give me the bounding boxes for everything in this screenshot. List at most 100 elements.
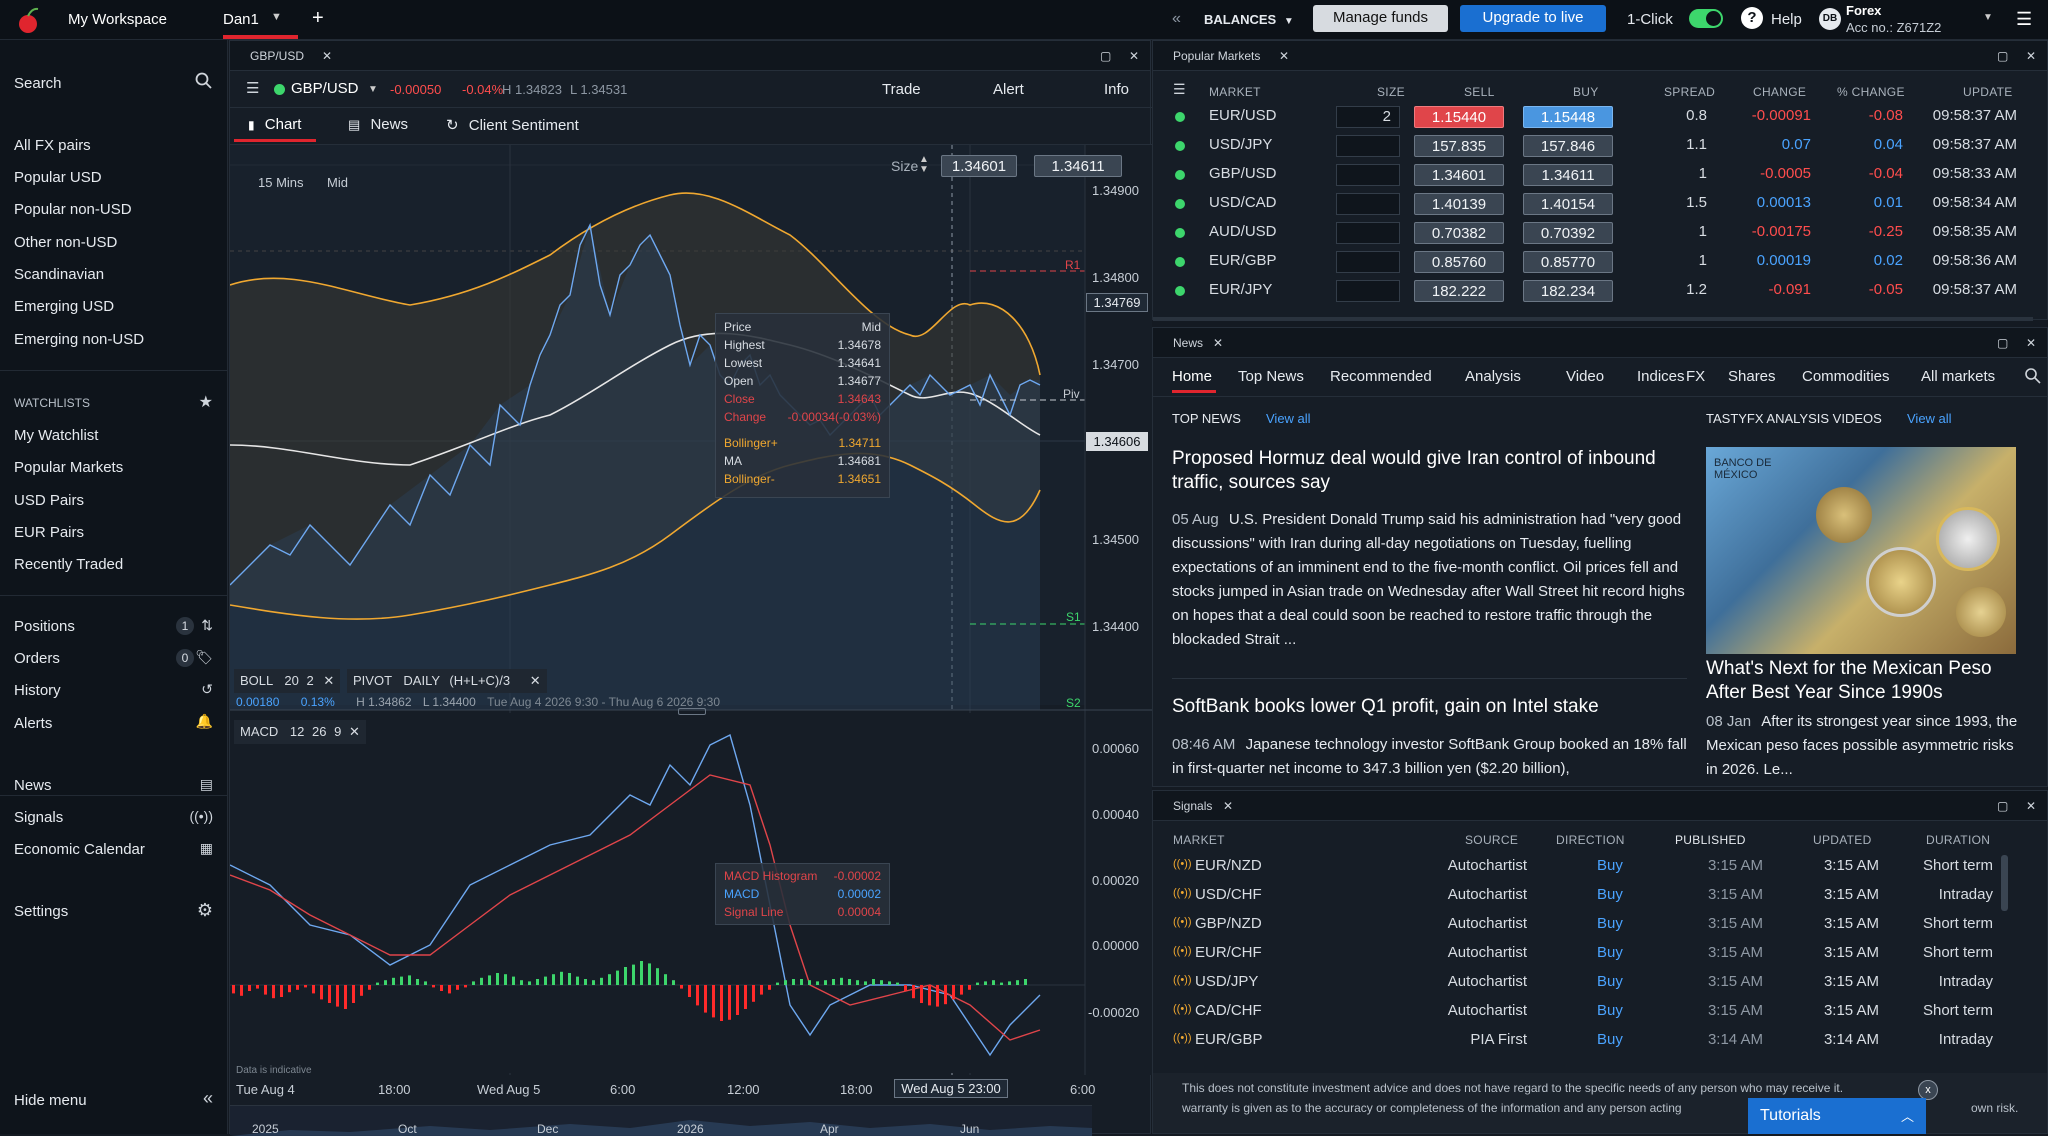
sidebar-item-eur-pairs[interactable]: EUR Pairs <box>14 524 84 541</box>
hide-menu-button[interactable]: Hide menu <box>14 1092 87 1109</box>
sell-price-button[interactable]: 182.222 <box>1414 280 1504 302</box>
market-name[interactable]: AUD/USD <box>1209 223 1277 240</box>
market-name[interactable]: EUR/GBP <box>1209 252 1277 269</box>
signal-market[interactable]: CAD/CHF <box>1195 1002 1262 1019</box>
market-name[interactable]: USD/CAD <box>1209 194 1277 211</box>
sidebar-item-popular-non-usd[interactable]: Popular non-USD <box>14 201 132 218</box>
table-row[interactable]: USD/JPY 157.835 157.846 1.1 0.07 0.04 09:58:37… <box>1153 132 2023 161</box>
search-icon[interactable] <box>2025 368 2041 389</box>
account-avatar[interactable]: DB <box>1819 8 1841 30</box>
sidebar-item-signals[interactable]: Signals <box>14 809 63 826</box>
close-icon[interactable]: ✕ <box>323 673 334 688</box>
buy-price-button[interactable]: 0.70392 <box>1523 222 1613 244</box>
close-icon[interactable]: ✕ <box>1129 49 1139 63</box>
table-row[interactable]: ((•)) GBP/NZD Autochartist Buy 3:15 AM 3:15 A… <box>1153 911 2003 940</box>
market-name[interactable]: GBP/USD <box>1209 165 1277 182</box>
star-icon[interactable]: ★ <box>199 392 213 412</box>
signal-market[interactable]: USD/JPY <box>1195 973 1258 990</box>
sidebar-item-emerging-usd[interactable]: Emerging USD <box>14 298 114 315</box>
buy-price-button[interactable]: 1.34611 <box>1523 164 1613 186</box>
close-icon[interactable]: ✕ <box>2026 799 2036 813</box>
sell-price-button[interactable]: 0.70382 <box>1414 222 1504 244</box>
news-nav-recommended[interactable]: Recommended <box>1330 368 1432 385</box>
help-icon[interactable]: ? <box>1741 7 1763 29</box>
size-stepper[interactable]: ▲ ▼ <box>919 155 931 175</box>
panel-resize-handle[interactable] <box>678 708 706 715</box>
chevron-down-icon[interactable]: ▼ <box>368 84 378 95</box>
tutorials-button[interactable]: Tutorials ︿ <box>1748 1098 1926 1134</box>
chart-panel-tab[interactable]: GBP/USD <box>250 49 304 63</box>
upgrade-to-live-button[interactable]: Upgrade to live <box>1460 5 1606 32</box>
help-label[interactable]: Help <box>1771 11 1802 28</box>
close-icon[interactable]: ✕ <box>349 724 360 739</box>
info-tab[interactable]: Info <box>1104 81 1129 98</box>
signal-market[interactable]: EUR/GBP <box>1195 1031 1263 1048</box>
manage-funds-button[interactable]: Manage funds <box>1313 5 1448 32</box>
table-row[interactable]: EUR/USD 2 1.15440 1.15448 0.8 -0.00091 -0.08 09… <box>1153 103 2023 132</box>
close-icon[interactable]: ✕ <box>2026 49 2036 63</box>
double-chevron-left-icon[interactable]: « <box>203 1088 213 1109</box>
video-thumbnail[interactable]: BANCO DE MÉXICO <box>1706 447 2016 654</box>
news-nav-indices[interactable]: Indices <box>1637 368 1685 385</box>
table-row[interactable]: GBP/USD 1.34601 1.34611 1 -0.0005 -0.04 09:58:… <box>1153 161 2023 190</box>
sell-price-button[interactable]: 1.34601 <box>941 155 1017 177</box>
signal-market[interactable]: EUR/CHF <box>1195 944 1262 961</box>
interval-selector[interactable]: 15 Mins <box>258 175 304 190</box>
app-logo-icon[interactable] <box>16 6 42 34</box>
chevron-down-icon[interactable]: ▼ <box>271 11 282 23</box>
video-title[interactable]: What's Next for the Mexican Peso After B… <box>1706 657 2021 705</box>
sidebar-item-news[interactable]: News <box>14 777 52 794</box>
buy-price-button[interactable]: 182.234 <box>1523 280 1613 302</box>
table-row[interactable]: ((•)) EUR/CHF Autochartist Buy 3:15 AM 3:15 A… <box>1153 940 2003 969</box>
sell-price-button[interactable]: 0.85760 <box>1414 251 1504 273</box>
news-nav-video[interactable]: Video <box>1566 368 1604 385</box>
news-panel-tab[interactable]: News <box>1173 336 1203 350</box>
sell-price-button[interactable]: 1.34601 <box>1414 164 1504 186</box>
news-nav-top-news[interactable]: Top News <box>1238 368 1304 385</box>
gear-icon[interactable]: ⚙ <box>197 900 213 921</box>
news-nav-commodities[interactable]: Commodities <box>1802 368 1890 385</box>
dismiss-disclaimer-button[interactable]: x <box>1918 1080 1938 1100</box>
sidebar-item-popular-usd[interactable]: Popular USD <box>14 169 102 186</box>
sidebar-item-my-watchlist[interactable]: My Watchlist <box>14 427 98 444</box>
sidebar-item-economic-calendar[interactable]: Economic Calendar <box>14 841 145 858</box>
sidebar-item-alerts[interactable]: Alerts <box>14 715 52 732</box>
subtab-client-sentiment[interactable]: ↻ Client Sentiment <box>446 116 579 134</box>
balances-dropdown[interactable]: BALANCES ▼ <box>1204 12 1294 27</box>
chart-navigator[interactable]: 2025 Oct Dec 2026 Apr Jun <box>230 1105 1092 1136</box>
sell-price-button[interactable]: 1.40139 <box>1414 193 1504 215</box>
sidebar-item-other-non-usd[interactable]: Other non-USD <box>14 234 117 251</box>
collapse-left-icon[interactable]: « <box>1172 10 1181 28</box>
horizontal-scrollbar[interactable] <box>1153 317 2033 321</box>
news-nav-analysis[interactable]: Analysis <box>1465 368 1521 385</box>
table-row[interactable]: USD/CAD 1.40139 1.40154 1.5 0.00013 0.01 09:58… <box>1153 190 2023 219</box>
market-name[interactable]: EUR/JPY <box>1209 281 1272 298</box>
maximize-icon[interactable]: ▢ <box>1100 49 1111 63</box>
sidebar-item-emerging-non-usd[interactable]: Emerging non-USD <box>14 331 144 348</box>
sell-price-button[interactable]: 157.835 <box>1414 135 1504 157</box>
size-input[interactable] <box>1336 193 1400 215</box>
sidebar-item-orders[interactable]: Orders <box>14 650 60 667</box>
one-click-toggle[interactable] <box>1689 9 1723 28</box>
buy-price-button[interactable]: 157.846 <box>1523 135 1613 157</box>
table-row[interactable]: ((•)) USD/JPY Autochartist Buy 3:15 AM 3:15 A… <box>1153 969 2003 998</box>
size-input[interactable] <box>1336 164 1400 186</box>
table-row[interactable]: EUR/JPY 182.222 182.234 1.2 -0.091 -0.05 09:58… <box>1153 277 2023 306</box>
table-row[interactable]: EUR/GBP 0.85760 0.85770 1 0.00019 0.02 09:58:3… <box>1153 248 2023 277</box>
sidebar-item-recently-traded[interactable]: Recently Traded <box>14 556 123 573</box>
vertical-scrollbar[interactable] <box>2001 855 2008 911</box>
chevron-down-icon[interactable]: ▼ <box>1983 12 1993 23</box>
workspace-title[interactable]: My Workspace <box>68 11 167 28</box>
size-input[interactable] <box>1336 280 1400 302</box>
sidebar-item-all-fx-pairs[interactable]: All FX pairs <box>14 137 91 154</box>
news-headline-2[interactable]: SoftBank books lower Q1 profit, gain on … <box>1172 696 1687 718</box>
popular-markets-tab[interactable]: Popular Markets <box>1173 49 1260 63</box>
signal-market[interactable]: USD/CHF <box>1195 886 1262 903</box>
table-row[interactable]: ((•)) EUR/GBP PIA First Buy 3:14 AM 3:14 AM In… <box>1153 1027 2003 1056</box>
sell-price-button[interactable]: 1.15440 <box>1414 106 1504 128</box>
trade-tab[interactable]: Trade <box>882 81 921 98</box>
subtab-news[interactable]: ▤ News <box>348 116 408 133</box>
close-icon[interactable]: ✕ <box>1279 49 1289 63</box>
maximize-icon[interactable]: ▢ <box>1997 336 2008 350</box>
news-nav-home[interactable]: Home <box>1172 368 1212 385</box>
